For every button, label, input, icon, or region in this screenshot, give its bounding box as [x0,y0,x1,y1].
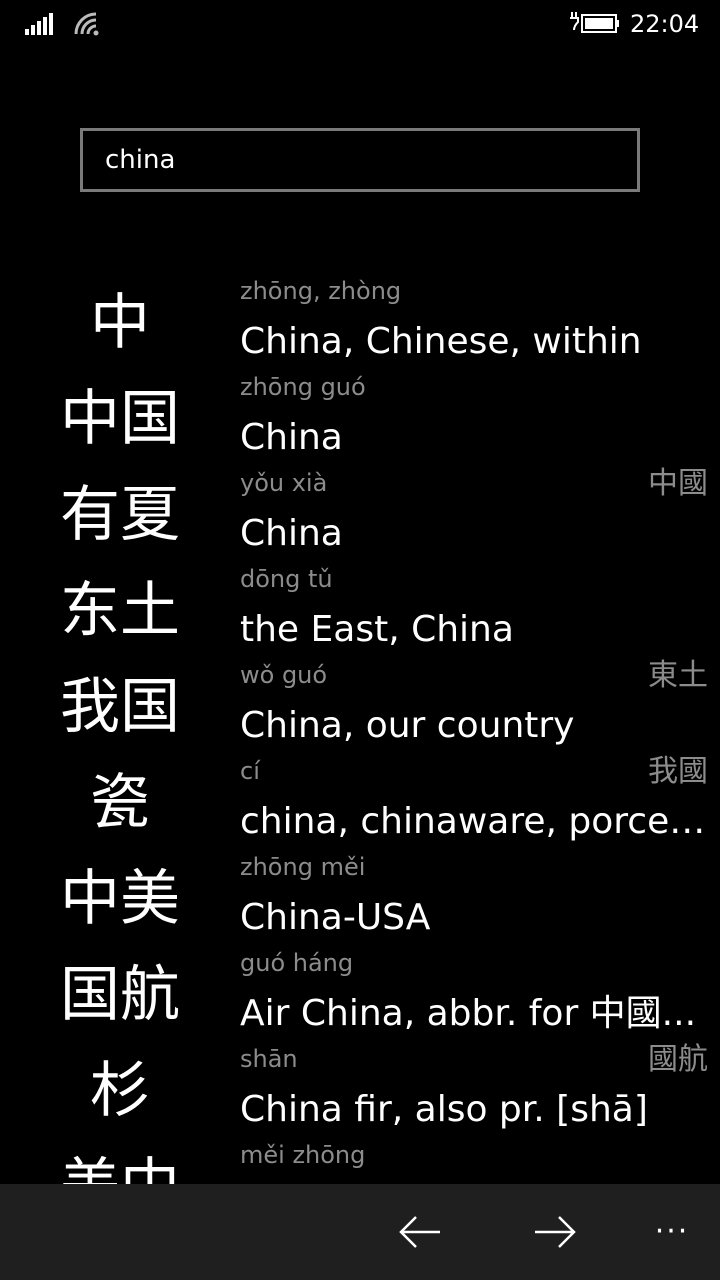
entry-hanzi: 美中 [40,1152,200,1184]
back-arrow-icon [399,1216,440,1248]
entry-meaning: the East, China [240,609,514,650]
entry-pinyin: zhōng guó [240,373,366,401]
list-item[interactable]: 我国 wǒ guó China, our country 我國 [0,654,720,789]
results-list[interactable]: 中 zhōng, zhòng China, Chinese, within 中国… [0,270,720,1184]
list-item[interactable]: 美中 měi zhōng [0,1134,720,1184]
entry-hanzi: 杉 [90,1056,150,1126]
entry-meaning: China, our country [240,705,575,746]
search-input[interactable] [83,131,635,189]
app-screen: 22:04 中 zhōng, zhòng China, Chinese, wit… [0,0,720,1280]
list-item[interactable]: 国航 guó háng Air China, abbr. for 中國... 國… [0,942,720,1077]
entry-hanzi: 东土 [60,576,180,646]
entry-hanzi: 我国 [60,672,180,742]
entry-pinyin: zhōng, zhòng [240,277,402,305]
more-button[interactable]: ··· [642,1202,702,1262]
forward-button[interactable] [525,1202,585,1262]
entry-meaning: China, Chinese, within [240,321,642,362]
entry-pinyin: dōng tǔ [240,565,333,593]
list-item[interactable]: 中国 zhōng guó China 中國 [0,366,720,501]
list-item[interactable]: 东土 dōng tǔ the East, China 東土 [0,558,720,693]
list-item[interactable]: 有夏 yǒu xià China [0,462,720,558]
list-item[interactable]: 杉 shān China fir, also pr. [shā] [0,1038,720,1134]
entry-pinyin: guó háng [240,949,354,977]
status-bar: 22:04 [0,0,720,48]
entry-pinyin: měi zhōng [240,1141,366,1169]
list-item[interactable]: 瓷 cí china, chinaware, porcelain [0,750,720,846]
entry-hanzi: 中美 [60,864,180,934]
entry-meaning: Air China, abbr. for 中國... [240,993,697,1034]
forward-arrow-icon [535,1216,576,1248]
entry-meaning: China fir, also pr. [shā] [240,1089,648,1130]
signal-icon [25,13,53,35]
entry-pinyin: cí [240,757,260,785]
entry-meaning: China-USA [240,897,431,938]
entry-meaning: China [240,513,343,554]
search-box[interactable] [80,128,640,192]
entry-meaning: China [240,417,343,458]
more-icon: ··· [654,1214,690,1249]
list-item[interactable]: 中 zhōng, zhòng China, Chinese, within [0,270,720,366]
list-item[interactable]: 中美 zhōng měi China-USA [0,846,720,942]
wifi-icon [74,12,99,36]
entry-pinyin: zhōng měi [240,853,366,881]
entry-hanzi: 中 [90,288,150,358]
entry-pinyin: yǒu xià [240,469,328,497]
entry-meaning: china, chinaware, porcelain [240,801,710,842]
back-button[interactable] [390,1202,450,1262]
app-bar: ··· [0,1184,720,1280]
entry-pinyin: shān [240,1045,298,1073]
entry-hanzi: 中国 [60,384,180,454]
battery-charging-icon [570,12,619,33]
status-time: 22:04 [630,10,700,38]
entry-pinyin: wǒ guó [240,661,328,689]
entry-hanzi: 有夏 [60,480,180,550]
entry-hanzi: 瓷 [90,768,150,838]
entry-hanzi: 国航 [60,960,180,1030]
